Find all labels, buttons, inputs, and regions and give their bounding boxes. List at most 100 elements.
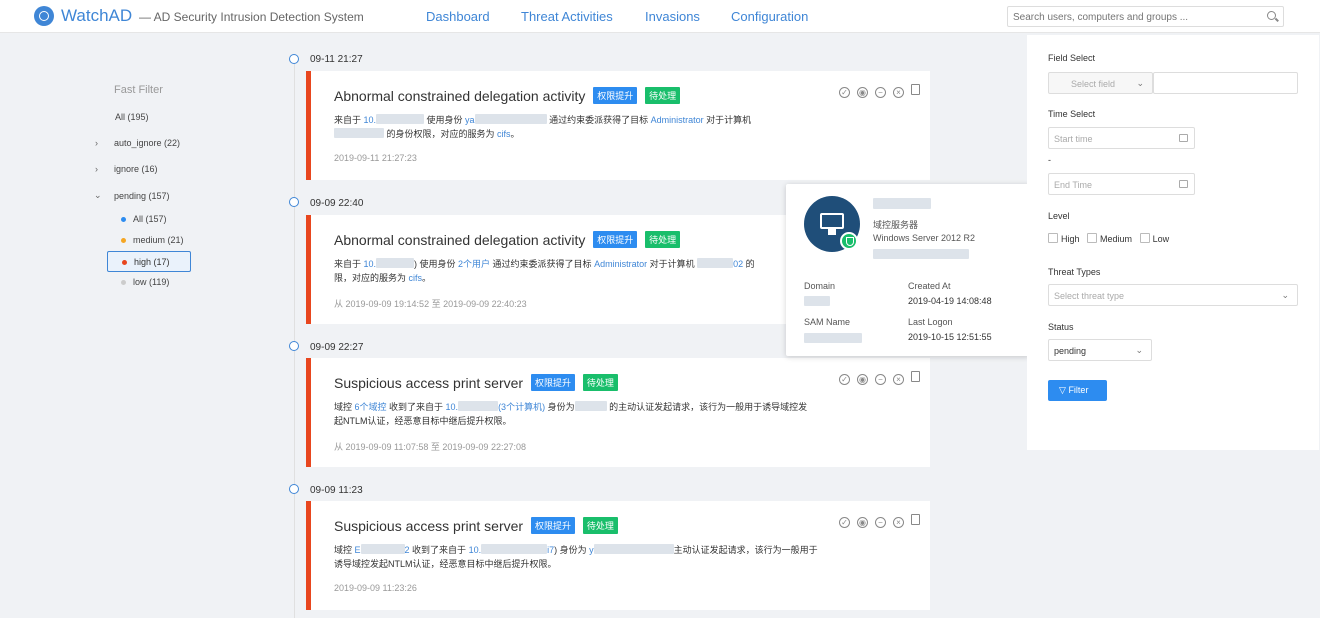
threat-card[interactable]: Suspicious access print server 权限提升 待处理 … xyxy=(306,358,930,467)
computer-role: 域控服务器 xyxy=(873,220,919,230)
search-input[interactable] xyxy=(1008,8,1258,27)
nav-dashboard[interactable]: Dashboard xyxy=(426,9,490,24)
desc-text: ) 使用身份 xyxy=(414,259,459,269)
check-icon[interactable]: ✓ xyxy=(839,87,850,98)
nav-invasions[interactable]: Invasions xyxy=(645,9,700,24)
chevron-right-icon[interactable]: › xyxy=(95,164,98,174)
redacted-block xyxy=(474,114,547,124)
eye-off-icon[interactable]: ◉ xyxy=(857,374,868,385)
chevron-right-icon[interactable]: › xyxy=(95,138,98,148)
source-ip-link[interactable]: 10. xyxy=(469,545,482,555)
threat-types-placeholder: Select threat type xyxy=(1054,291,1125,301)
trash-icon[interactable] xyxy=(911,371,920,382)
filter-auto-ignore[interactable]: auto_ignore (22) xyxy=(114,138,180,148)
users-link[interactable]: 2个用户 xyxy=(458,259,490,269)
threat-time: 2019-09-11 21:27:23 xyxy=(334,153,417,163)
filter-pending-high[interactable]: high (17) xyxy=(107,251,191,272)
tag-pending: 待处理 xyxy=(582,517,618,534)
created-at-value: 2019-04-19 14:08:48 xyxy=(908,296,992,306)
minus-icon[interactable]: − xyxy=(875,517,886,528)
computers-link[interactable]: (3个计算机) xyxy=(498,402,545,412)
check-icon[interactable]: ✓ xyxy=(839,374,850,385)
desc-text: 使用身份 xyxy=(424,115,466,125)
card-actions: ✓ ◉ − × xyxy=(832,82,920,100)
timeline-dot-icon xyxy=(289,197,299,207)
search-icon[interactable] xyxy=(1267,11,1276,20)
chevron-down-icon[interactable]: ⌄ xyxy=(94,190,102,201)
desc-text: 主动认证发起请求，该行为一般用于 xyxy=(673,545,818,555)
target-user-link[interactable]: Administrator xyxy=(651,115,704,125)
filter-pending-medium[interactable]: medium (21) xyxy=(121,235,184,245)
close-icon[interactable]: × xyxy=(893,374,904,385)
threat-types-select[interactable]: Select threat type ⌄ xyxy=(1048,284,1298,306)
threat-card[interactable]: Suspicious access print server 权限提升 待处理 … xyxy=(306,501,930,610)
timeline-dot-icon xyxy=(289,54,299,64)
filter-button[interactable]: ▽ Filter xyxy=(1048,380,1107,401)
threat-title: Abnormal constrained delegation activity… xyxy=(334,231,681,248)
threat-card[interactable]: Abnormal constrained delegation activity… xyxy=(306,71,930,180)
filter-all[interactable]: All (195) xyxy=(115,112,149,122)
target-user-link[interactable]: Administrator xyxy=(594,259,647,269)
nav-configuration[interactable]: Configuration xyxy=(731,9,808,24)
desc-text: 起NTLM认证，经恶意目标中继后提升权限。 xyxy=(334,416,512,426)
timeline-dot-icon xyxy=(289,341,299,351)
filter-ignore[interactable]: ignore (16) xyxy=(114,164,158,174)
eye-off-icon[interactable]: ◉ xyxy=(857,87,868,98)
blue-dot-icon xyxy=(121,217,126,223)
filter-pending-low[interactable]: low (119) xyxy=(121,277,169,287)
checkbox-icon xyxy=(1139,233,1150,243)
user-link[interactable]: ya xyxy=(465,115,475,125)
checkbox-icon xyxy=(1087,233,1098,243)
level-high-checkbox[interactable]: High xyxy=(1048,233,1080,244)
end-time-input[interactable]: End Time xyxy=(1048,173,1195,195)
timeline-date: 09-11 21:27 xyxy=(310,54,363,65)
redacted-block xyxy=(873,249,969,259)
minus-icon[interactable]: − xyxy=(875,374,886,385)
filter-pending[interactable]: pending (157) xyxy=(114,191,170,201)
last-logon-value: 2019-10-15 12:51:55 xyxy=(908,332,992,342)
nav-threat-activities[interactable]: Threat Activities xyxy=(521,9,613,24)
tag-privilege-escalation: 权限提升 xyxy=(530,374,575,391)
check-icon[interactable]: ✓ xyxy=(839,517,850,528)
dc-link[interactable]: 6个域控 xyxy=(355,402,387,412)
timeline-line xyxy=(294,60,295,618)
tag-privilege-escalation: 权限提升 xyxy=(530,517,575,534)
field-select-label: Field Select xyxy=(1048,53,1096,63)
minus-icon[interactable]: − xyxy=(875,87,886,98)
filter-pending-all[interactable]: All (157) xyxy=(121,214,167,224)
chevron-down-icon: ⌄ xyxy=(1136,78,1144,88)
last-logon-label: Last Logon xyxy=(908,317,953,327)
field-value-input[interactable] xyxy=(1153,72,1298,94)
level-low-checkbox[interactable]: Low xyxy=(1139,233,1169,244)
redacted-block xyxy=(804,333,862,343)
chevron-down-icon: ⌄ xyxy=(1135,345,1143,355)
threat-title: Suspicious access print server 权限提升 待处理 xyxy=(334,517,618,534)
desc-text: 诱导域控发起NTLM认证，经恶意目标中继后提升权限。 xyxy=(334,559,557,569)
domain-label: Domain xyxy=(804,281,836,291)
eye-off-icon[interactable]: ◉ xyxy=(857,517,868,528)
status-select[interactable]: pending ⌄ xyxy=(1048,339,1152,361)
watchad-logo-icon[interactable] xyxy=(34,6,54,26)
timeline-date: 09-09 22:27 xyxy=(310,342,364,353)
close-icon[interactable]: × xyxy=(893,87,904,98)
level-medium-checkbox[interactable]: Medium xyxy=(1087,233,1133,244)
start-time-input[interactable]: Start time xyxy=(1048,127,1195,149)
field-select-dropdown[interactable]: Select field ⌄ xyxy=(1048,72,1153,94)
trash-icon[interactable] xyxy=(911,84,920,95)
brand-name[interactable]: WatchAD xyxy=(61,6,132,26)
source-ip-link[interactable]: 10. xyxy=(364,115,377,125)
checkbox-label: Medium xyxy=(1100,234,1133,244)
dc-link[interactable]: E xyxy=(355,545,361,555)
source-ip-link[interactable]: 10. xyxy=(364,259,377,269)
user-link[interactable]: y xyxy=(589,545,594,555)
threat-time: 从 2019-09-09 19:14:52 至 2019-09-09 22:40… xyxy=(334,299,527,309)
service-link[interactable]: cifs xyxy=(409,273,423,283)
time-separator: - xyxy=(1048,155,1051,165)
trash-icon[interactable] xyxy=(911,514,920,525)
close-icon[interactable]: × xyxy=(893,517,904,528)
service-link[interactable]: cifs xyxy=(497,129,511,139)
source-ip-link[interactable]: 10. xyxy=(446,402,459,412)
desc-text: 的主动认证发起请求，该行为一般用于诱导域控发 xyxy=(606,402,808,412)
computer-link[interactable]: 02 xyxy=(733,259,743,269)
checkbox-label: High xyxy=(1061,234,1080,244)
